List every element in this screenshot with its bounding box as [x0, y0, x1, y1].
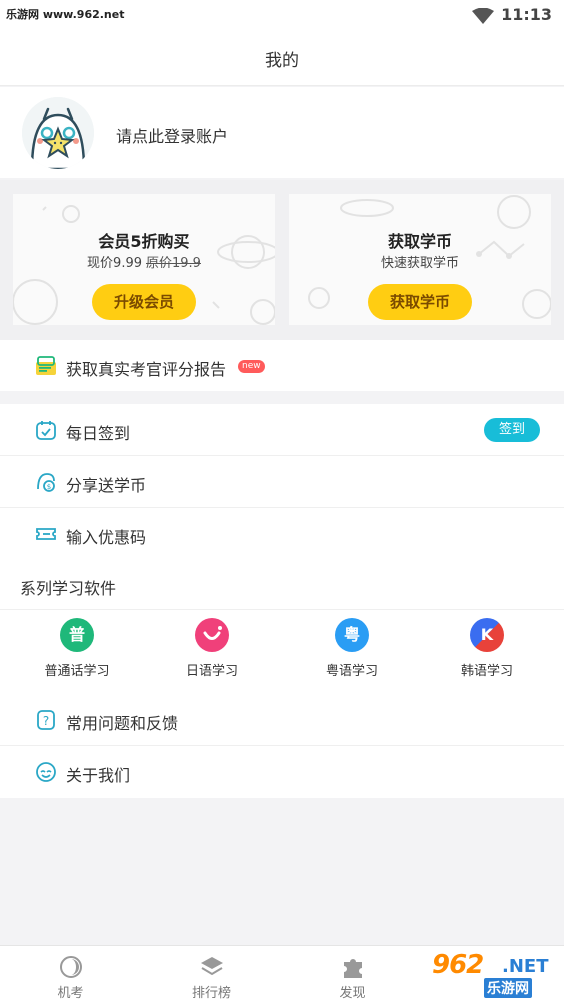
svg-text:?: ?	[43, 714, 49, 728]
puzzle-icon	[340, 954, 366, 980]
app-label: 普通话学习	[44, 664, 110, 679]
tab-discover[interactable]: 发现	[282, 946, 423, 1003]
status-time: 11:13	[501, 5, 552, 24]
examiner-report-item[interactable]: 获取真实考官评分报告 new	[0, 340, 564, 391]
robot-report-icon	[35, 355, 57, 377]
price-original: 原价19.9	[146, 256, 201, 271]
coupon-code-item[interactable]: 输入优惠码	[0, 508, 564, 560]
coupon-code-label: 输入优惠码	[66, 528, 147, 547]
membership-price: 现价9.99 原价19.9	[13, 252, 275, 271]
series-heading: 系列学习软件	[20, 579, 117, 598]
smile-info-icon	[35, 761, 57, 783]
price-now: 现价9.99	[87, 256, 142, 271]
app-label: 韩语学习	[460, 664, 513, 679]
watermark-cn: 乐游网	[484, 978, 532, 998]
ticket-icon	[35, 523, 57, 545]
calendar-check-icon	[35, 419, 57, 441]
faq-feedback-label: 常用问题和反馈	[66, 714, 179, 733]
coins-subtitle: 快速获取学币	[380, 256, 459, 271]
app-label: 粤语学习	[325, 664, 378, 679]
coins-card[interactable]: 获取学币 快速获取学币 获取学币	[289, 194, 551, 325]
watermark-text: 乐游网 www.962.net	[6, 8, 125, 21]
tab-label: 发现	[339, 986, 366, 1001]
watermark-logo: 962 .NET 乐游网	[426, 948, 560, 1000]
faq-feedback-item[interactable]: ? 常用问题和反馈	[0, 694, 564, 746]
app-japanese[interactable]: 日语学习	[147, 618, 277, 684]
divider	[0, 609, 564, 610]
daily-checkin-item[interactable]: 每日签到 签到	[0, 404, 564, 456]
daily-checkin-label: 每日签到	[66, 424, 131, 443]
share-coin-icon: $	[35, 471, 57, 493]
tab-label: 机考	[57, 986, 84, 1001]
cantonese-app-icon: 粤	[335, 618, 369, 652]
profile-card[interactable]: 请点此登录账户	[0, 87, 564, 178]
status-bar: 乐游网 www.962.net 11:13	[0, 0, 564, 30]
checkin-button[interactable]: 签到	[484, 418, 540, 442]
app-korean[interactable]: K 韩语学习	[422, 618, 552, 684]
title-bar: 我的	[0, 30, 564, 86]
svg-text:$: $	[47, 483, 51, 491]
app-mandarin[interactable]: 普 普通话学习	[12, 618, 142, 684]
login-prompt[interactable]: 请点此登录账户	[116, 123, 228, 147]
about-us-item[interactable]: 关于我们	[0, 746, 564, 798]
coins-title: 获取学币	[387, 232, 452, 251]
wifi-icon	[472, 7, 494, 28]
page-title: 我的	[265, 51, 299, 71]
share-coins-item[interactable]: $ 分享送学币	[0, 456, 564, 508]
watermark-net: .NET	[502, 956, 549, 977]
upgrade-member-button[interactable]: 升级会员	[92, 284, 196, 320]
app-label: 日语学习	[185, 664, 238, 679]
tab-label: 排行榜	[191, 986, 231, 1001]
exam-icon	[58, 954, 84, 980]
mascot-icon	[22, 97, 94, 169]
examiner-report-label: 获取真实考官评分报告	[66, 360, 227, 379]
series-apps-section: 系列学习软件 普 普通话学习 日语学习 粤 粤语学习 K 韩语学习	[0, 560, 564, 694]
korean-app-icon: K	[470, 618, 504, 652]
watermark-number: 962	[432, 950, 484, 980]
membership-card[interactable]: 会员5折购买 现价9.99 原价19.9 升级会员	[13, 194, 275, 325]
question-icon: ?	[35, 709, 57, 731]
new-badge: new	[238, 360, 265, 373]
tab-exam[interactable]: 机考	[0, 946, 141, 1003]
mandarin-app-icon: 普	[60, 618, 94, 652]
get-coins-button[interactable]: 获取学币	[368, 284, 472, 320]
about-us-label: 关于我们	[66, 766, 131, 785]
membership-title: 会员5折购买	[98, 232, 190, 251]
avatar[interactable]	[22, 97, 94, 169]
layers-icon	[199, 954, 225, 980]
japanese-app-icon	[195, 618, 229, 652]
app-cantonese[interactable]: 粤 粤语学习	[287, 618, 417, 684]
promo-section: 会员5折购买 现价9.99 原价19.9 升级会员 获取学币 快速获取学币 获取学…	[0, 180, 564, 340]
tab-ranking[interactable]: 排行榜	[141, 946, 282, 1003]
share-coins-label: 分享送学币	[66, 476, 147, 495]
